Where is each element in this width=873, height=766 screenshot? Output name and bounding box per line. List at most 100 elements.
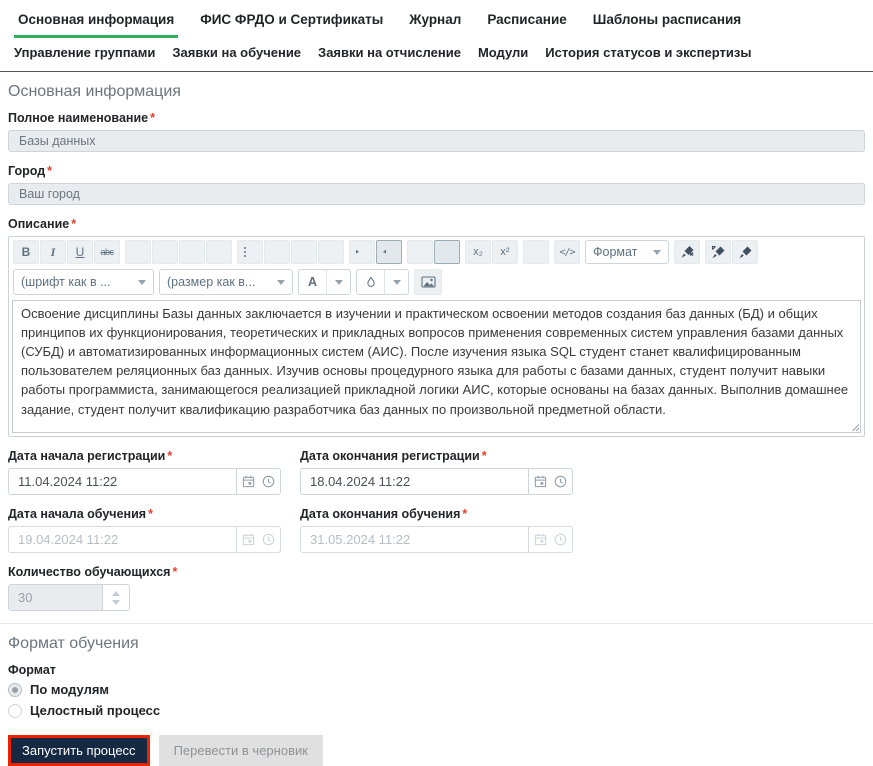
- superscript-icon: x²: [500, 246, 509, 258]
- stepper-down-icon[interactable]: [112, 600, 120, 605]
- tab-fis-frdo-certificates[interactable]: ФИС ФРДО и Сертификаты: [196, 10, 387, 38]
- students-count-field: Количество обучающихся*: [8, 565, 865, 611]
- code-view-button[interactable]: </>: [554, 240, 580, 264]
- insert-image-button[interactable]: [414, 269, 442, 295]
- reg-end-field: Дата окончания регистрации* 18.04.2024 1…: [300, 449, 573, 495]
- resize-grip-icon[interactable]: [850, 422, 859, 431]
- dash-list-button[interactable]: [318, 240, 344, 264]
- align-left-button[interactable]: [125, 240, 151, 264]
- code-icon: </>: [559, 247, 574, 258]
- outdent-button[interactable]: [376, 240, 402, 264]
- tab-expulsion-requests[interactable]: Заявки на отчисление: [318, 45, 461, 60]
- required-asterisk: *: [71, 217, 76, 231]
- link-button[interactable]: [407, 240, 433, 264]
- format-dropdown-value: Формат: [593, 245, 637, 259]
- stepper-up-icon[interactable]: [112, 591, 120, 596]
- font-family-dropdown-value: (шрифт как в ...: [21, 275, 111, 289]
- header-divider: [0, 71, 873, 72]
- required-asterisk: *: [148, 507, 153, 521]
- clock-icon[interactable]: [553, 474, 568, 489]
- highlight-color-dropdown[interactable]: [384, 270, 408, 294]
- align-center-button[interactable]: [152, 240, 178, 264]
- edu-start-field: Дата начала обучения* 19.04.2024 11:22: [8, 507, 281, 553]
- calendar-icon[interactable]: [241, 474, 256, 489]
- tab-schedule-templates[interactable]: Шаблоны расписания: [589, 10, 745, 38]
- unordered-list-icon: [242, 244, 258, 260]
- chevron-down-icon: [335, 280, 343, 285]
- tab-modules[interactable]: Модули: [478, 45, 528, 60]
- full-name-input[interactable]: [8, 130, 865, 152]
- ordered-list-button[interactable]: [264, 240, 290, 264]
- clock-icon[interactable]: [261, 474, 276, 489]
- tab-training-requests[interactable]: Заявки на обучение: [172, 45, 301, 60]
- reg-end-input[interactable]: 18.04.2024 11:22: [301, 469, 528, 494]
- reg-start-input[interactable]: 11.04.2024 11:22: [9, 469, 236, 494]
- align-left-icon: [130, 244, 146, 260]
- required-asterisk: *: [167, 449, 172, 463]
- description-text: Освоение дисциплины Базы данных заключае…: [21, 306, 848, 417]
- link-icon: [412, 244, 429, 260]
- font-size-dropdown-value: (размер как в...: [167, 275, 255, 289]
- indent-button[interactable]: [349, 240, 375, 264]
- description-textarea[interactable]: Освоение дисциплины Базы данных заключае…: [12, 300, 861, 433]
- quantity-stepper[interactable]: [103, 584, 130, 611]
- city-field: Город*: [8, 164, 865, 205]
- superscript-button[interactable]: x²: [492, 240, 518, 264]
- tab-main-info[interactable]: Основная информация: [14, 10, 178, 38]
- edu-end-field: Дата окончания обучения* 31.05.2024 11:2…: [300, 507, 573, 553]
- tab-schedule[interactable]: Расписание: [483, 10, 570, 38]
- table-icon: [528, 244, 545, 261]
- required-asterisk: *: [172, 565, 177, 579]
- highlight-color-button[interactable]: [357, 270, 384, 294]
- italic-button[interactable]: I: [40, 240, 66, 264]
- strikethrough-button[interactable]: abc: [94, 240, 120, 264]
- radio-option-by-modules[interactable]: По модулям: [8, 682, 865, 697]
- chevron-down-icon: [277, 280, 285, 285]
- radio-selected-icon[interactable]: [8, 683, 22, 697]
- alpha-list-button[interactable]: [291, 240, 317, 264]
- subscript-button[interactable]: x₂: [465, 240, 491, 264]
- insert-table-button[interactable]: [523, 240, 549, 264]
- edu-end-label: Дата окончания обучения*: [300, 507, 573, 521]
- clock-icon: [261, 532, 276, 547]
- tab-group-management[interactable]: Управление группами: [14, 45, 155, 60]
- editor-toolbar-row-2: (шрифт как в ... (размер как в... A: [9, 266, 864, 297]
- section-title-format: Формат обучения: [8, 635, 865, 653]
- font-color-dropdown[interactable]: [326, 270, 350, 294]
- radio-label: По модулям: [30, 682, 109, 697]
- chevron-down-icon: [138, 280, 146, 285]
- move-to-draft-button[interactable]: Перевести в черновик: [159, 735, 323, 766]
- tab-status-history[interactable]: История статусов и экспертизы: [545, 45, 751, 60]
- bold-button[interactable]: B: [13, 240, 39, 264]
- radio-option-whole-process[interactable]: Целостный процесс: [8, 703, 865, 718]
- apply-format-button[interactable]: [732, 240, 758, 264]
- edu-start-input-group: 19.04.2024 11:22: [8, 526, 281, 553]
- reg-start-input-group: 11.04.2024 11:22: [8, 468, 281, 495]
- alpha-list-icon: [296, 244, 312, 260]
- clear-format-brush-icon: [679, 244, 696, 260]
- unordered-list-button[interactable]: [237, 240, 263, 264]
- font-color-button[interactable]: A: [299, 270, 326, 294]
- students-count-label: Количество обучающихся*: [8, 565, 865, 579]
- reg-start-field: Дата начала регистрации* 11.04.2024 11:2…: [8, 449, 281, 495]
- font-family-dropdown[interactable]: (шрифт как в ...: [13, 269, 154, 295]
- description-field: Описание* B I U abc: [8, 217, 865, 437]
- tab-journal[interactable]: Журнал: [405, 10, 465, 38]
- city-input[interactable]: [8, 183, 865, 205]
- underline-button[interactable]: U: [67, 240, 93, 264]
- calendar-icon[interactable]: [533, 474, 548, 489]
- align-right-icon: [184, 244, 200, 260]
- radio-unselected-icon[interactable]: [8, 704, 22, 718]
- align-justify-button[interactable]: [206, 240, 232, 264]
- unlink-button[interactable]: [434, 240, 460, 264]
- chevron-down-icon: [653, 250, 661, 255]
- clear-format-button[interactable]: [674, 240, 700, 264]
- align-right-button[interactable]: [179, 240, 205, 264]
- font-size-dropdown[interactable]: (размер как в...: [159, 269, 293, 295]
- required-asterisk: *: [462, 507, 467, 521]
- format-dropdown[interactable]: Формат: [585, 240, 669, 264]
- start-process-button[interactable]: Запустить процесс: [8, 735, 150, 766]
- align-center-icon: [157, 244, 173, 260]
- copy-format-button[interactable]: [705, 240, 731, 264]
- droplet-icon: [364, 275, 378, 290]
